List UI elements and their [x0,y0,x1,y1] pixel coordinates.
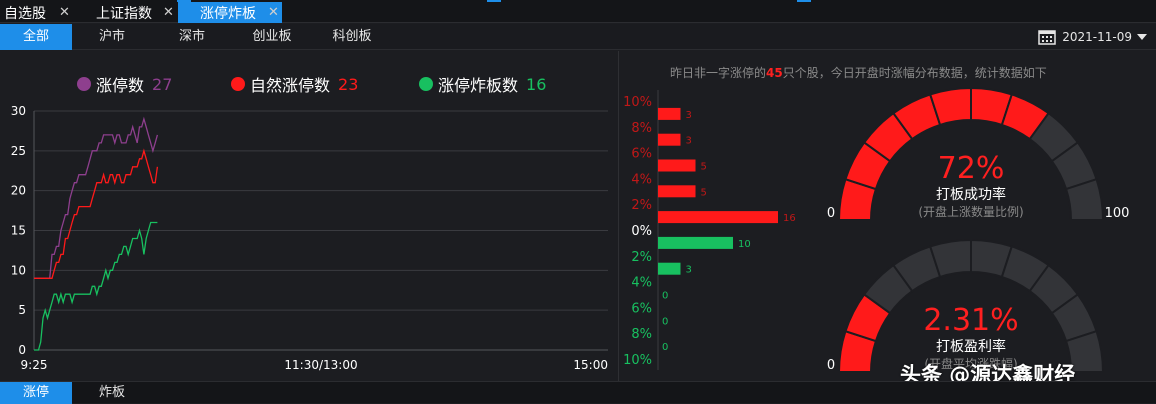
distribution-bar [658,159,696,172]
tab-indicator [487,0,501,2]
calendar-icon [1038,30,1056,45]
gauge-min-label: 0 [827,206,835,221]
y-tick-label: 30 [11,104,26,118]
gauge-subtitle: (开盘上涨数量比例) [918,204,1023,219]
gauge-value: 72% [938,151,1005,186]
bar-category-label: 2% [631,250,652,265]
tab-label: 上证指数 [96,5,152,22]
tab-watchlist[interactable]: 自选股 ✕ [0,2,74,23]
tab-label: 自选股 [4,5,46,22]
gauge-value: 2.31% [923,303,1018,338]
bar-value-label: 3 [686,265,692,276]
bar-category-label: 10% [623,353,652,368]
notice-suffix: 只个股，今日开盘时涨幅分布数据，统计数据如下 [782,66,1047,80]
distribution-bar [658,211,778,224]
intraday-count-chart: 0 5 10 15 20 25 30 9:25 11:30/13:00 15:00 [11,104,608,372]
bar-category-label: 0% [631,224,652,239]
x-tick-label: 11:30/13:00 [284,358,357,372]
bar-value-label: 10 [738,239,751,250]
bar-category-label: 8% [631,327,652,342]
filter-shanghai[interactable]: 沪市 [80,24,144,50]
filter-all[interactable]: 全部 [0,24,72,50]
gauge-title: 打板盈利率 [936,338,1006,355]
bar-value-label: 0 [662,291,668,302]
gauge-min-label: 0 [827,358,835,373]
y-tick-label: 15 [11,224,26,238]
distribution-bar [658,133,681,146]
tab-label: 涨停炸板 [200,5,256,22]
bar-value-label: 0 [662,316,668,327]
bar-category-label: 8% [631,121,652,136]
close-icon[interactable]: ✕ [59,5,70,20]
distribution-bar [658,236,733,249]
y-tick-label: 10 [11,263,26,277]
y-tick-label: 20 [11,184,26,198]
tab-limit-up-list[interactable]: 涨停 [0,382,72,404]
close-icon[interactable]: ✕ [268,5,279,20]
bar-value-label: 5 [701,187,707,198]
bar-category-label: 10% [623,95,652,110]
bar-value-label: 16 [783,213,796,224]
date-value: 2021-11-09 [1062,30,1132,44]
open-change-distribution-chart: 10% 8% 6% 4% 2% 0% 2% 4% 6% 8% 10% 3 3 5 5 16 10 3 0 0 0 [623,90,796,370]
filter-shenzhen[interactable]: 深市 [160,24,224,50]
notice-prefix: 昨日非一字涨停的 [670,66,767,80]
chevron-down-icon [1137,34,1147,40]
y-tick-label: 25 [11,144,26,158]
notice-count: 45 [766,66,783,80]
series-line [34,221,158,351]
gauge-title: 打板成功率 [936,186,1006,203]
tab-limit-up-broken[interactable]: 涨停炸板 ✕ [178,2,282,23]
bar-value-label: 0 [662,342,668,353]
distribution-notice: 昨日非一字涨停的45只个股，今日开盘时涨幅分布数据，统计数据如下 [670,64,1047,81]
bar-category-label: 6% [631,147,652,162]
bar-category-label: 2% [631,198,652,213]
distribution-bar [658,262,681,275]
distribution-bar [658,185,696,198]
distribution-bar [658,107,681,120]
bar-value-label: 3 [686,136,692,147]
bar-value-label: 3 [686,110,692,121]
tab-indicator [797,0,811,2]
tab-shanghai-index[interactable]: 上证指数 ✕ [88,2,176,23]
bar-category-label: 4% [631,172,652,187]
bottom-tab-bar: 涨停 炸板 [0,381,1156,404]
close-icon[interactable]: ✕ [163,5,174,20]
y-tick-label: 5 [18,303,26,317]
tab-bar: 自选股 ✕ 上证指数 ✕ 涨停炸板 ✕ [0,0,1156,23]
date-picker[interactable]: 2021-11-09 [1038,24,1148,50]
series-line [34,116,159,279]
x-tick-label: 9:25 [21,358,48,372]
x-tick-label: 15:00 [573,358,608,372]
series-line [34,148,159,279]
filter-star-market[interactable]: 科创板 [320,24,384,50]
tab-broken-board-list[interactable]: 炸板 [80,382,144,404]
gauge-panel: 72%打板成功率(开盘上涨数量比例)0 1002.31%打板盈利率(开盘平均涨跌幅… [827,86,1130,373]
market-filter-bar: 全部 沪市 深市 创业板 科创板 2021-11-09 [0,24,1156,50]
gauge-max-label: 100 [1105,206,1130,221]
filter-chinext[interactable]: 创业板 [240,24,304,50]
y-tick-label: 0 [18,343,26,357]
bar-category-label: 4% [631,276,652,291]
bar-category-label: 6% [631,301,652,316]
bar-value-label: 5 [701,162,707,173]
